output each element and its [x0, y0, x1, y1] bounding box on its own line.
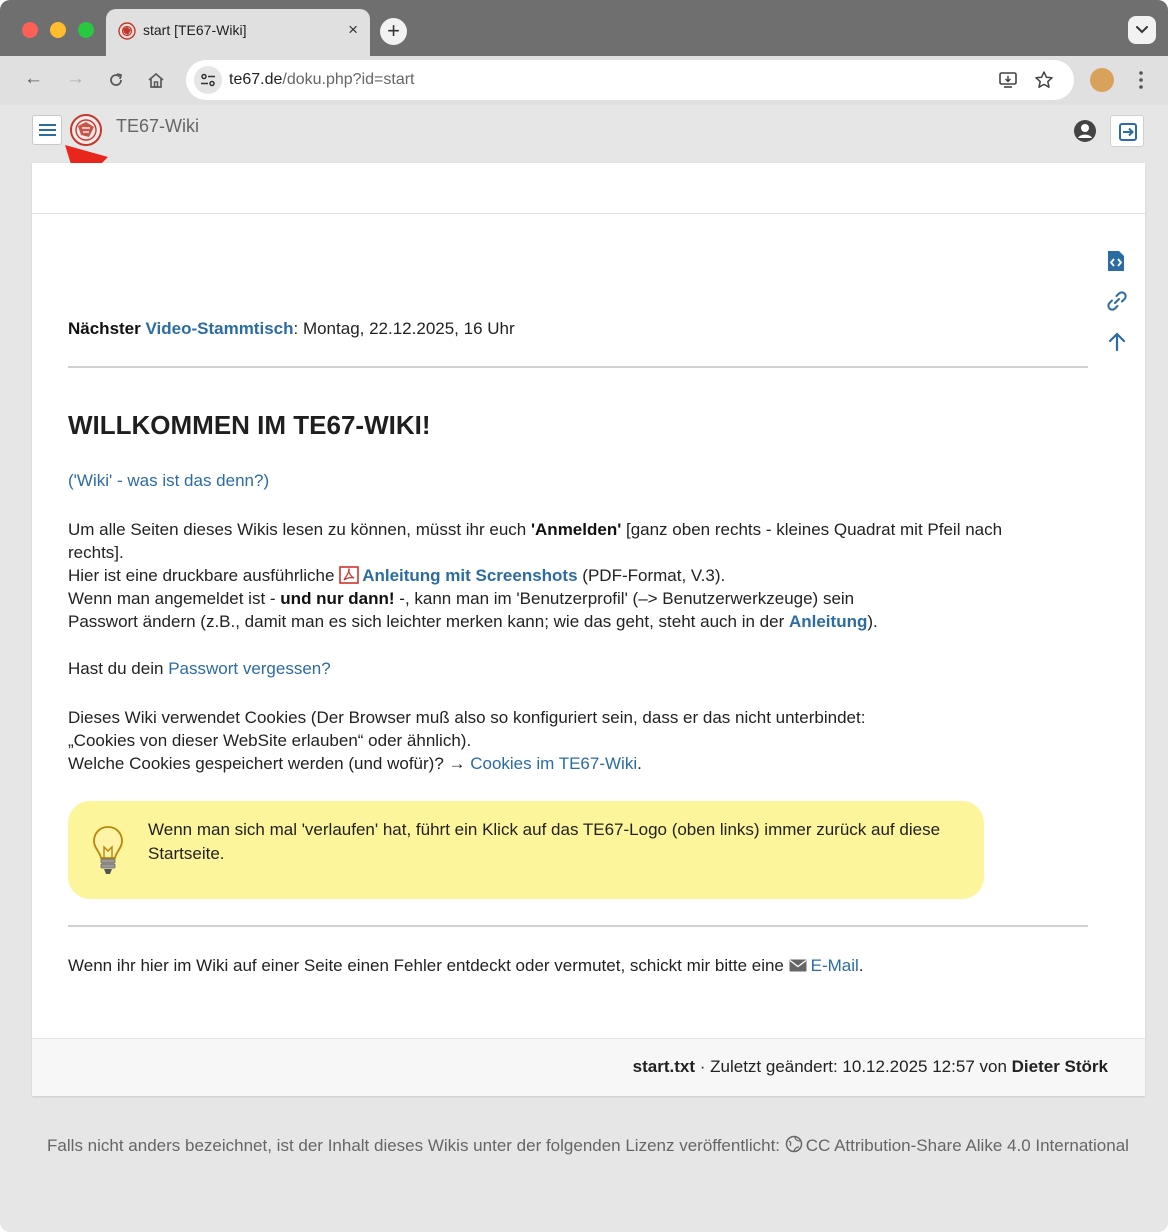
wiki-explanation-link[interactable]: ('Wiki' - was ist das denn?): [68, 471, 269, 490]
more-options-icon[interactable]: [1138, 70, 1144, 90]
menu-line: [39, 134, 56, 136]
intro-text: ).: [867, 612, 878, 631]
intro-line: Wenn man angemeldet ist - und nur dann! …: [68, 587, 1088, 610]
cookies-paragraph: Dieses Wiki verwendet Cookies (Der Brows…: [68, 706, 1088, 775]
show-source-icon[interactable]: [1106, 249, 1126, 273]
menu-line: [39, 129, 56, 131]
intro-text: -, kann man im 'Benutzerprofil' (–> Benu…: [394, 589, 855, 608]
tab-close-icon[interactable]: ×: [348, 20, 358, 40]
bookmark-star-icon[interactable]: [1034, 70, 1054, 90]
announcement: Nächster Video-Stammtisch: Montag, 22.12…: [68, 317, 1088, 340]
announcement-date: : Montag, 22.12.2025, 16 Uhr: [293, 319, 515, 338]
zoom-window-button[interactable]: [78, 22, 94, 38]
announcement-prefix: Nächster: [68, 319, 146, 338]
password-paragraph: Hast du dein Passwort vergessen?: [68, 657, 1088, 680]
page-author: Dieter Störk: [1011, 1057, 1108, 1076]
intro-text: Um alle Seiten dieses Wikis lesen zu kön…: [68, 520, 531, 539]
video-stammtisch-link[interactable]: Video-Stammtisch: [145, 319, 293, 338]
install-app-icon[interactable]: [998, 70, 1018, 90]
site-info-button[interactable]: [194, 66, 222, 94]
mail-icon: [789, 959, 807, 972]
intro-text: rechts].: [68, 543, 124, 562]
intro-bold: 'Anmelden': [530, 520, 622, 539]
chevron-down-icon: [1136, 26, 1148, 34]
cc-license-icon: [785, 1135, 802, 1153]
browser-toolbar: ← → te67.de/doku.php?id=start: [0, 56, 1168, 105]
reload-icon[interactable]: [107, 71, 125, 89]
site-title[interactable]: TE67-Wiki: [116, 116, 199, 137]
intro-bold: und nur dann!: [280, 589, 395, 608]
intro-text: Passwort ändern (z.B., damit man es sich…: [68, 612, 789, 631]
intro-paragraph: Um alle Seiten dieses Wikis lesen zu kön…: [68, 518, 1088, 633]
new-tab-button[interactable]: +: [380, 18, 407, 45]
home-icon[interactable]: [147, 71, 165, 89]
cookies-text: „Cookies von dieser WebSite erlauben“ od…: [68, 731, 472, 750]
cookies-link[interactable]: Cookies im TE67-Wiki: [470, 754, 637, 773]
lightbulb-icon: [93, 826, 123, 874]
tab-strip: start [TE67-Wiki] × +: [0, 0, 1168, 56]
cookies-text: Welche Cookies gespeichert werden (und w…: [68, 754, 471, 773]
forward-arrow-icon[interactable]: →: [66, 68, 85, 90]
page-info: start.txt · Zuletzt geändert: 10.12.2025…: [633, 1057, 1108, 1077]
intro-text: Hier ist eine druckbare ausführliche: [68, 566, 340, 585]
license-text: Falls nicht anders bezeichnet, ist der I…: [47, 1136, 785, 1155]
menu-button[interactable]: [32, 115, 62, 145]
last-changed: · Zuletzt geändert: 10.12.2025 12:57 von: [695, 1057, 1012, 1076]
error-report-text: Wenn ihr hier im Wiki auf einer Seite ei…: [68, 956, 789, 975]
url-text: te67.de/doku.php?id=start: [229, 71, 414, 89]
address-bar[interactable]: te67.de/doku.php?id=start: [186, 60, 1074, 100]
te67-logo[interactable]: [70, 114, 102, 146]
page-viewport: TE67-Wiki Nächster Video-Stammtisch: Mon…: [0, 105, 1168, 1232]
url-domain: te67.de: [229, 71, 283, 88]
backlinks-link-icon[interactable]: [1106, 290, 1128, 312]
forgot-password-link[interactable]: Passwort vergessen?: [168, 659, 331, 678]
cookies-text: Dieses Wiki verwendet Cookies (Der Brows…: [68, 708, 866, 727]
intro-text: Wenn man angemeldet ist -: [68, 589, 281, 608]
intro-line: Um alle Seiten dieses Wikis lesen zu kön…: [68, 518, 1088, 541]
email-link[interactable]: E-Mail: [811, 956, 859, 975]
manual-link[interactable]: Anleitung: [789, 612, 867, 631]
error-report-text: .: [858, 956, 864, 975]
menu-line: [39, 124, 56, 126]
intro-line: Hier ist eine druckbare ausführliche Anl…: [68, 564, 1088, 587]
divider: [32, 213, 1145, 214]
manual-pdf-link[interactable]: Anleitung mit Screenshots: [362, 566, 577, 585]
back-to-top-arrow-icon[interactable]: [1106, 331, 1128, 353]
page-title: WILLKOMMEN IM TE67-WIKI!: [68, 410, 431, 440]
intro-line: rechts].: [68, 541, 1088, 564]
tab-start[interactable]: start [TE67-Wiki] ×: [106, 9, 370, 56]
tune-icon: [201, 73, 215, 87]
url-path: /doku.php?id=start: [282, 71, 415, 88]
content-card: Nächster Video-Stammtisch: Montag, 22.12…: [32, 163, 1145, 1096]
cookies-text: .: [637, 754, 642, 773]
tip-box: Wenn man sich mal 'verlaufen' hat, führt…: [68, 801, 984, 899]
intro-text: (PDF-Format, V.3).: [577, 566, 726, 585]
license-notice: Falls nicht anders bezeichnet, ist der I…: [40, 1133, 1136, 1158]
divider: [68, 366, 1088, 368]
divider: [68, 925, 1088, 927]
error-report: Wenn ihr hier im Wiki auf einer Seite ei…: [68, 954, 1088, 977]
login-button[interactable]: [1110, 115, 1144, 147]
minimize-window-button[interactable]: [50, 22, 66, 38]
close-window-button[interactable]: [22, 22, 38, 38]
browser-window: start [TE67-Wiki] × + ← → te67.de/doku.p…: [0, 0, 1168, 1232]
page-info-footer: start.txt · Zuletzt geändert: 10.12.2025…: [32, 1038, 1145, 1096]
profile-avatar[interactable]: [1090, 68, 1114, 92]
license-link[interactable]: CC Attribution-Share Alike 4.0 Internati…: [806, 1136, 1129, 1155]
pdf-icon: [339, 566, 359, 584]
intro-text: [ganz oben rechts - kleines Quadrat mit …: [621, 520, 1003, 539]
cookies-line: Welche Cookies gespeichert werden (und w…: [68, 752, 1088, 775]
password-text: Hast du dein: [68, 659, 169, 678]
wiki-explanation: ('Wiki' - was ist das denn?): [68, 469, 1088, 492]
user-profile-icon[interactable]: [1073, 119, 1097, 143]
tip-text: Wenn man sich mal 'verlaufen' hat, führt…: [148, 820, 941, 863]
login-arrow-icon: [1119, 123, 1137, 141]
te67-favicon-icon: [118, 22, 136, 40]
intro-line: Passwort ändern (z.B., damit man es sich…: [68, 610, 1088, 633]
back-arrow-icon[interactable]: ←: [24, 68, 43, 90]
tab-title: start [TE67-Wiki]: [143, 22, 247, 38]
page-filename: start.txt: [632, 1057, 696, 1076]
tab-search-button[interactable]: [1128, 16, 1156, 44]
